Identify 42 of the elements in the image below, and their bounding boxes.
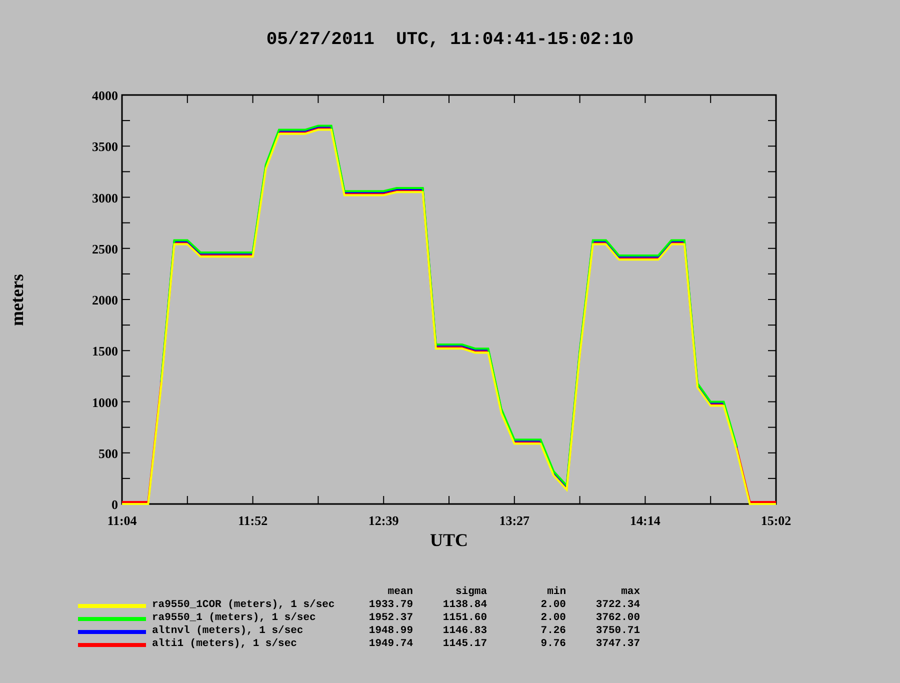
y-tick-label: 0 (112, 497, 118, 512)
stat-value: 1933.79 (368, 599, 413, 612)
stat-value: 3722.34 (594, 599, 640, 612)
stat-value: 3750.71 (594, 625, 640, 638)
column-header: min (546, 586, 566, 599)
stat-value: 2.00 (540, 599, 566, 612)
stat-value: 1146.83 (442, 625, 487, 638)
legend-label: alti1 (meters), 1 s/sec (151, 638, 298, 651)
stat-value: 2.00 (540, 612, 566, 625)
legend-label: ra9550_1 (meters), 1 s/sec (151, 612, 317, 625)
y-tick-label: 3500 (92, 139, 118, 154)
y-tick-label: 500 (98, 446, 118, 461)
stat-value: 1145.17 (442, 638, 487, 651)
x-tick-label: 11:52 (238, 513, 268, 528)
stat-value: 7.26 (540, 625, 566, 638)
x-axis-title: UTC (430, 530, 468, 550)
stat-value: 9.76 (540, 638, 566, 651)
y-axis-title: meters (7, 274, 27, 326)
stat-value: 1952.37 (368, 612, 413, 625)
y-tick-label: 2000 (92, 292, 118, 308)
x-tick-label: 14:14 (630, 513, 660, 528)
x-tick-label: 11:04 (107, 513, 137, 528)
legend-label: ra9550_1COR (meters), 1 s/sec (151, 599, 336, 612)
y-tick-label: 4000 (92, 88, 118, 103)
x-tick-label: 12:39 (368, 513, 399, 528)
legend-label: altnvl (meters), 1 s/sec (151, 625, 304, 638)
x-tick-label: 13:27 (499, 513, 530, 528)
column-header: max (620, 586, 640, 599)
column-header: sigma (454, 586, 487, 599)
y-tick-label: 1000 (92, 394, 118, 410)
y-tick-label: 3000 (92, 190, 118, 206)
y-tick-label: 1500 (92, 344, 118, 359)
y-tick-label: 2500 (92, 241, 118, 256)
stat-value: 1948.99 (368, 625, 413, 638)
stat-value: 1138.84 (442, 599, 487, 612)
column-header: mean (386, 586, 413, 599)
x-tick-label: 15:02 (760, 513, 792, 528)
stat-value: 3762.00 (594, 612, 640, 625)
stat-value: 1949.74 (368, 638, 413, 651)
stat-value: 3747.37 (594, 638, 640, 651)
chart-title: 05/27/2011 UTC, 11:04:41-15:02:10 (265, 29, 635, 52)
stat-value: 1151.60 (442, 612, 487, 625)
